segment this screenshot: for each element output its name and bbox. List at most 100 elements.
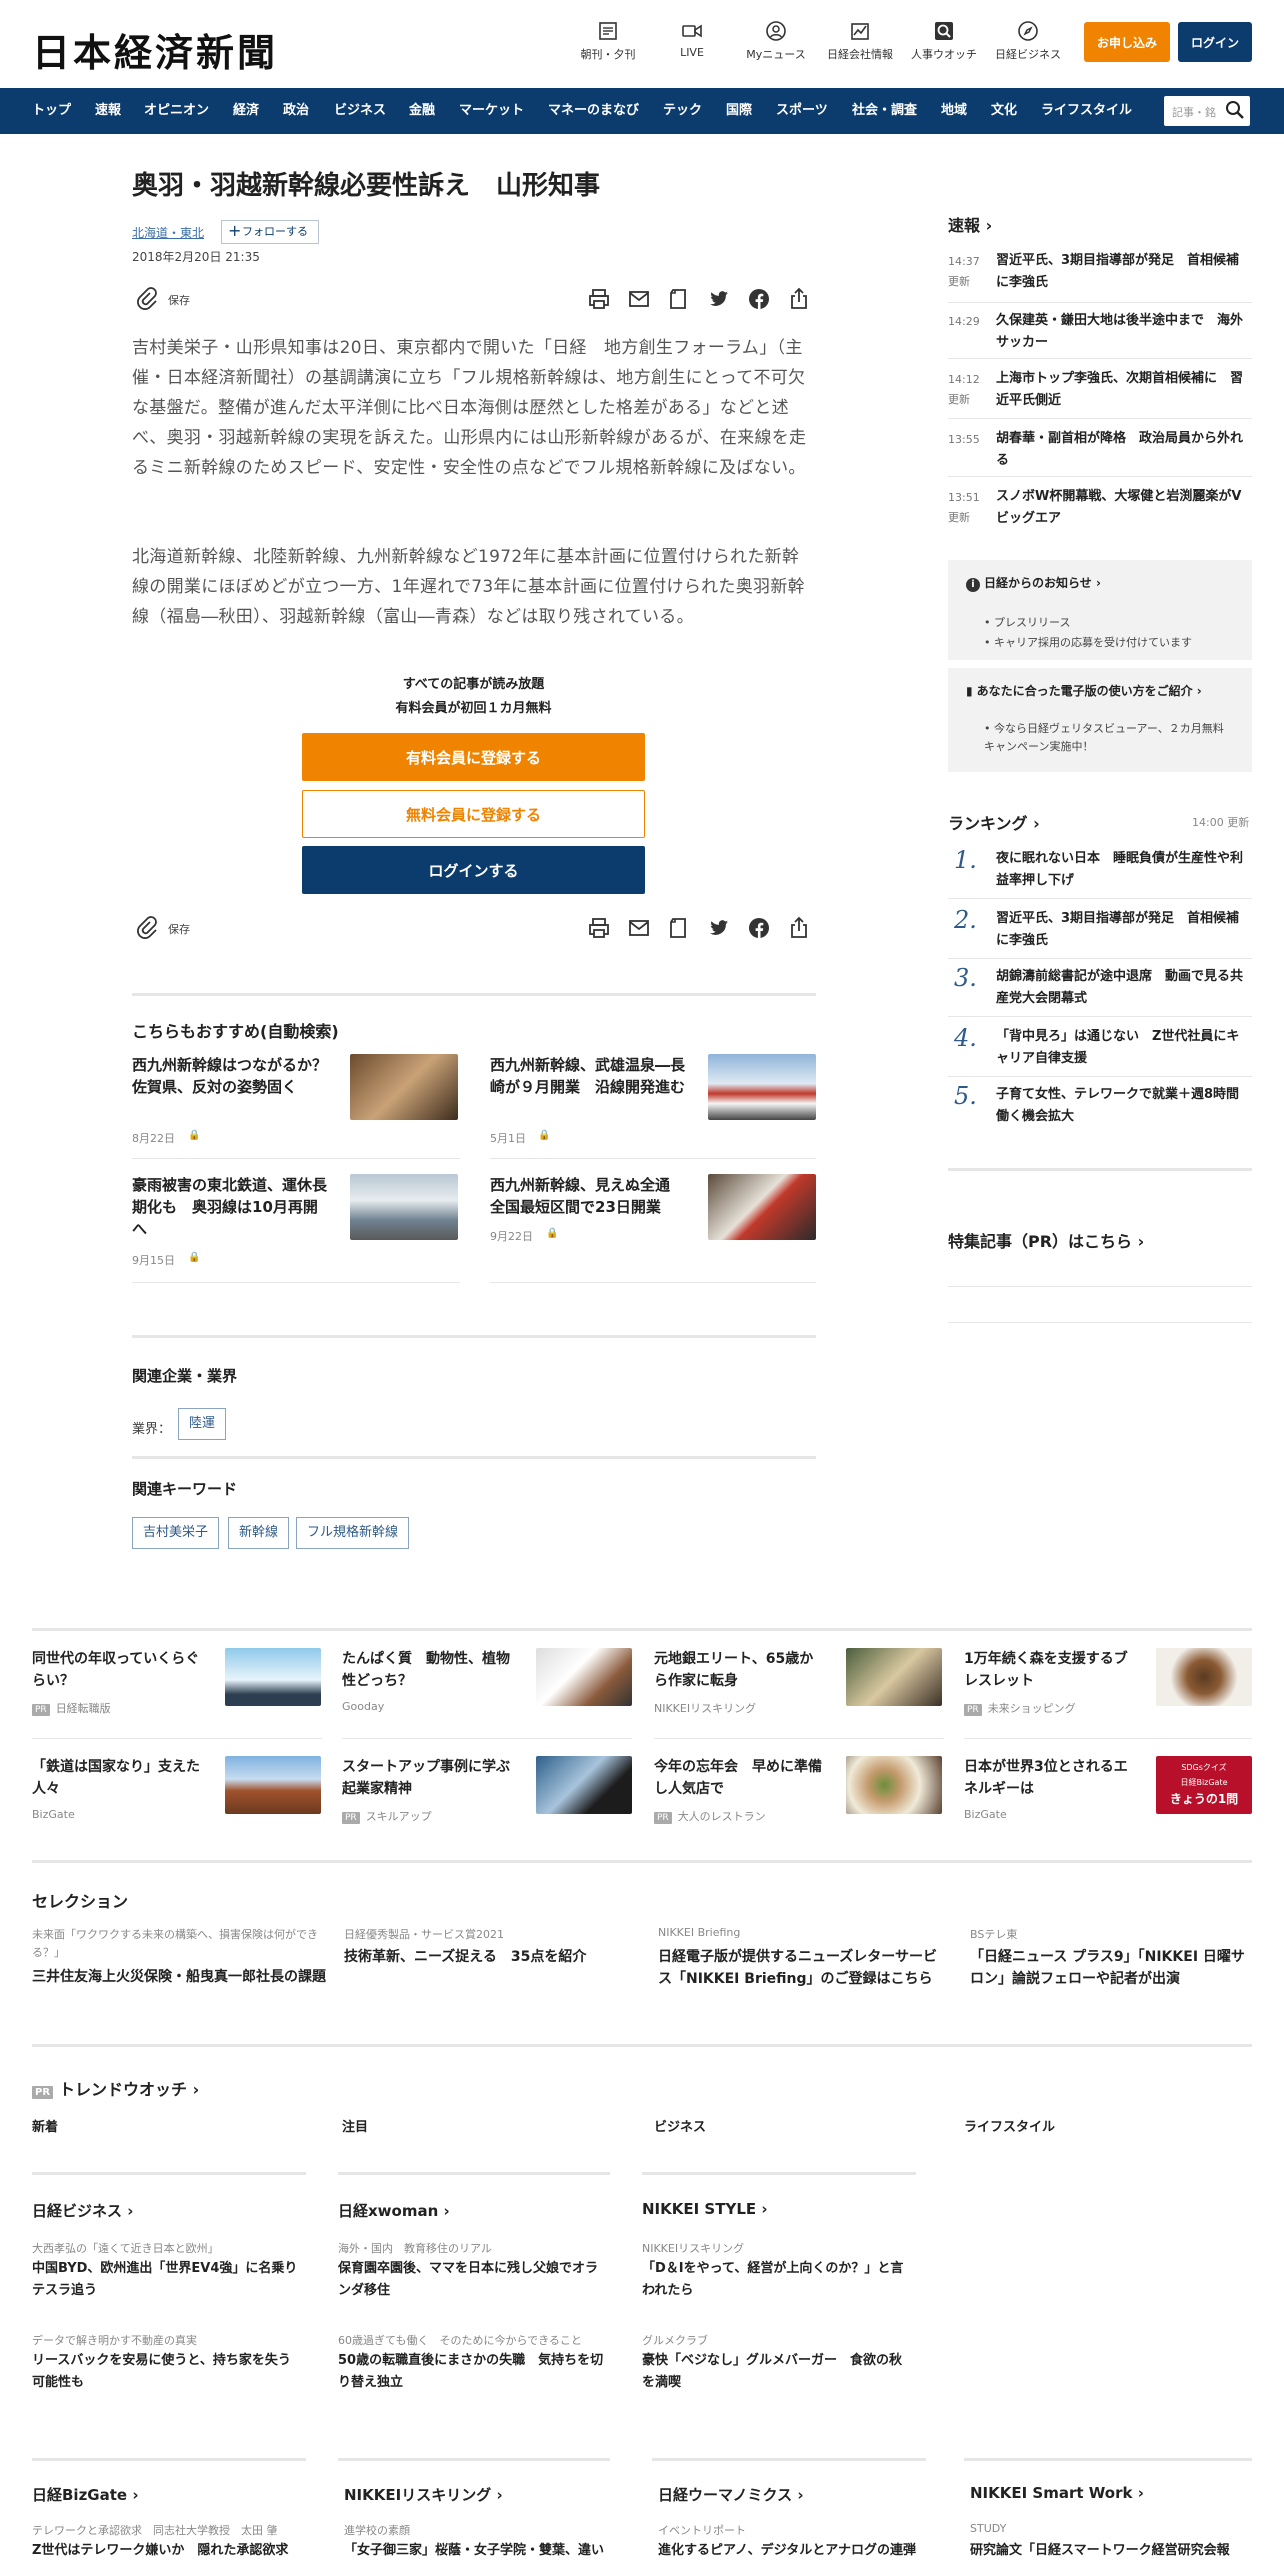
brand-article-title[interactable]: 豪快「ベジなし」グルメバーガー 食欲の秋を満喫 xyxy=(642,2350,912,2394)
free-register-button[interactable]: 無料会員に登録する xyxy=(302,790,645,838)
nav-item-lifestyle[interactable]: ライフスタイル xyxy=(1041,88,1132,134)
brand-article-title[interactable]: 50歳の転職直後にまさかの失職 気持ちを切り替え独立 xyxy=(338,2350,608,2394)
share-icon[interactable] xyxy=(786,915,812,941)
nav-item-market[interactable]: マーケット xyxy=(459,88,524,134)
notice-heading[interactable]: i 日経からのお知らせ › xyxy=(966,574,1101,592)
nav-item-opinion[interactable]: オピニオン xyxy=(144,88,209,134)
header-link-jinji[interactable]: 人事ウオッチ xyxy=(904,20,984,62)
print-icon[interactable] xyxy=(586,915,612,941)
nav-item-sports[interactable]: スポーツ xyxy=(776,88,828,134)
nav-item-finance[interactable]: 金融 xyxy=(409,88,435,134)
trend-tab-popular[interactable]: 注目 xyxy=(342,2116,368,2135)
notice-item[interactable]: • キャリア採用の応募を受け付けています xyxy=(984,634,1192,650)
brand-article-title[interactable]: 「D＆Iをやって、経営が上向くのか？」と言われたら xyxy=(642,2258,912,2302)
nav-item-business[interactable]: ビジネス xyxy=(334,88,386,134)
ranking-heading[interactable]: ランキング › xyxy=(948,810,1040,834)
promo-title[interactable]: 1万年続く森を支援するブレスレット xyxy=(964,1648,1132,1692)
nikkei-logo[interactable]: 日本経済新聞 xyxy=(32,22,278,77)
keyword-chip[interactable]: フル規格新幹線 xyxy=(296,1517,410,1549)
follow-button[interactable]: フォローする xyxy=(221,220,319,244)
ranking-item-title[interactable]: 「背中見ろ」は通じない Z世代社員にキャリア自律支援 xyxy=(996,1026,1252,1070)
notice-item[interactable]: • プレスリリース xyxy=(984,614,1070,630)
facebook-icon[interactable] xyxy=(746,915,772,941)
keyword-chip[interactable]: 新幹線 xyxy=(228,1517,290,1549)
recommend-item-title[interactable]: 豪雨被害の東北鉄道、運休長期化も 奥羽線は10月再開へ xyxy=(132,1174,332,1240)
news-item-title[interactable]: 久保建英・鎌田大地は後半途中まで 海外サッカー xyxy=(996,310,1252,354)
recommend-thumbnail[interactable] xyxy=(350,1054,458,1120)
mail-icon[interactable] xyxy=(626,915,652,941)
paywall-login-button[interactable]: ログインする xyxy=(302,846,645,894)
paperclip-icon[interactable] xyxy=(134,915,160,941)
search-input[interactable]: 記事・銘 xyxy=(1164,96,1250,126)
promo-thumbnail[interactable] xyxy=(846,1648,942,1706)
print-icon[interactable] xyxy=(586,286,612,312)
recommend-item-title[interactable]: 西九州新幹線、武雄温泉―長崎が９月開業 沿線開発進む xyxy=(490,1054,690,1098)
trend-tab-business[interactable]: ビジネス xyxy=(654,2116,706,2135)
paid-register-button[interactable]: 有料会員に登録する xyxy=(302,733,645,781)
recommend-thumbnail[interactable] xyxy=(708,1054,816,1120)
save-label[interactable]: 保存 xyxy=(168,292,190,308)
promo-thumbnail[interactable] xyxy=(1156,1648,1252,1706)
brand-heading[interactable]: NIKKEI Smart Work › xyxy=(970,2484,1144,2502)
brand-article-title[interactable]: Z世代はテレワーク嫌いか 隠れた承認欲求 xyxy=(32,2540,312,2562)
digital-heading[interactable]: ▮ あなたに合った電子版の使い方をご紹介 › xyxy=(966,682,1202,699)
ranking-item-title[interactable]: 夜に眠れない日本 睡眠負債が生産性や利益率押し下げ xyxy=(996,848,1252,892)
promo-thumbnail[interactable] xyxy=(846,1756,942,1814)
recommend-item-title[interactable]: 西九州新幹線、見えぬ全通 全国最短区間で23日開業 xyxy=(490,1174,690,1218)
apply-button[interactable]: お申し込み xyxy=(1084,22,1170,62)
nav-item-sokuhou[interactable]: 速報 xyxy=(95,88,121,134)
header-link-company[interactable]: 日経会社情報 xyxy=(820,20,900,62)
brand-heading[interactable]: 日経BizGate › xyxy=(32,2484,139,2505)
paperclip-icon[interactable] xyxy=(134,286,160,312)
promo-title[interactable]: 日本が世界3位とされるエネルギーは xyxy=(964,1756,1139,1800)
save-label[interactable]: 保存 xyxy=(168,921,190,937)
nav-item-top[interactable]: トップ xyxy=(32,88,71,134)
brand-heading[interactable]: NIKKEI STYLE › xyxy=(642,2200,768,2218)
trend-heading[interactable]: PR トレンドウオッチ › xyxy=(32,2076,199,2100)
promo-thumbnail[interactable] xyxy=(225,1756,321,1814)
recommend-thumbnail[interactable] xyxy=(708,1174,816,1240)
brand-article-title[interactable]: 進化するピアノ、デジタルとアナログの連弾 xyxy=(658,2540,948,2562)
nav-item-tech[interactable]: テック xyxy=(663,88,702,134)
feature-link[interactable]: 特集記事（PR）はこちら › xyxy=(948,1228,1144,1252)
nav-item-money[interactable]: マネーのまなび xyxy=(548,88,639,134)
promo-thumbnail[interactable] xyxy=(536,1648,632,1706)
note-icon[interactable] xyxy=(666,915,692,941)
promo-title[interactable]: スタートアップ事例に学ぶ起業家精神 xyxy=(342,1756,517,1800)
twitter-icon[interactable] xyxy=(706,286,732,312)
share-icon[interactable] xyxy=(786,286,812,312)
selection-title[interactable]: 「日経ニュース プラス9」「NIKKEI 日曜サロン」論説フェローや記者が出演 xyxy=(970,1946,1252,1990)
promo-title[interactable]: 今年の忘年会 早めに準備し人気店で xyxy=(654,1756,829,1800)
brand-article-title[interactable]: 「女子御三家」桜蔭・女子学院・雙葉、違い xyxy=(344,2540,624,2562)
selection-title[interactable]: 日経電子版が提供するニューズレターサービス「NIKKEI Briefing」のご… xyxy=(658,1946,948,1990)
trend-tab-new[interactable]: 新着 xyxy=(32,2116,58,2135)
brand-article-title[interactable]: 中国BYD、欧州進出「世界EV4強」に名乗り テスラ追う xyxy=(32,2258,310,2302)
nav-item-region[interactable]: 地域 xyxy=(941,88,967,134)
keyword-chip[interactable]: 吉村美栄子 xyxy=(132,1517,220,1549)
brand-heading[interactable]: NIKKEIリスキリング › xyxy=(344,2484,503,2505)
brand-heading[interactable]: 日経ウーマノミクス › xyxy=(658,2484,804,2505)
facebook-icon[interactable] xyxy=(746,286,772,312)
recommend-thumbnail[interactable] xyxy=(350,1174,458,1240)
nav-item-world[interactable]: 国際 xyxy=(726,88,752,134)
news-item-title[interactable]: スノボW杯開幕戦、大塚健と岩渕麗楽がVビッグエア xyxy=(996,486,1252,530)
nav-item-culture[interactable]: 文化 xyxy=(991,88,1017,134)
header-link-paper[interactable]: 朝刊・夕刊 xyxy=(568,20,648,62)
news-item-title[interactable]: 習近平氏、3期目指導部が発足 首相候補に李強氏 xyxy=(996,250,1252,294)
promo-title[interactable]: 元地銀エリート、65歳から作家に転身 xyxy=(654,1648,822,1692)
promo-thumbnail[interactable] xyxy=(536,1756,632,1814)
nav-item-economy[interactable]: 経済 xyxy=(233,88,259,134)
promo-title[interactable]: たんぱく質 動物性、植物性どっち？ xyxy=(342,1648,510,1692)
ranking-item-title[interactable]: 習近平氏、3期目指導部が発足 首相候補に李強氏 xyxy=(996,908,1252,952)
note-icon[interactable] xyxy=(666,286,692,312)
ranking-item-title[interactable]: 子育て女性、テレワークで就業＋週8時間働く機会拡大 xyxy=(996,1084,1252,1128)
brand-heading[interactable]: 日経xwoman › xyxy=(338,2200,450,2221)
recommend-item-title[interactable]: 西九州新幹線はつながるか？ 佐賀県、反対の姿勢固く xyxy=(132,1054,342,1098)
header-link-mynews[interactable]: Myニュース xyxy=(736,20,816,62)
brand-article-title[interactable]: 保育園卒園後、ママを日本に残し父娘でオランダ移住 xyxy=(338,2258,608,2302)
news-item-title[interactable]: 上海市トップ李強氏、次期首相候補に 習近平氏側近 xyxy=(996,368,1252,412)
header-link-live[interactable]: LIVE xyxy=(652,20,732,59)
digital-item[interactable]: • 今なら日経ヴェリタスビューアー、２カ月無料キャンペーン実施中！ xyxy=(984,720,1234,756)
promo-title[interactable]: 「鉄道は国家なり」支えた人々 xyxy=(32,1756,207,1800)
sokuhou-heading[interactable]: 速報 › xyxy=(948,212,992,236)
